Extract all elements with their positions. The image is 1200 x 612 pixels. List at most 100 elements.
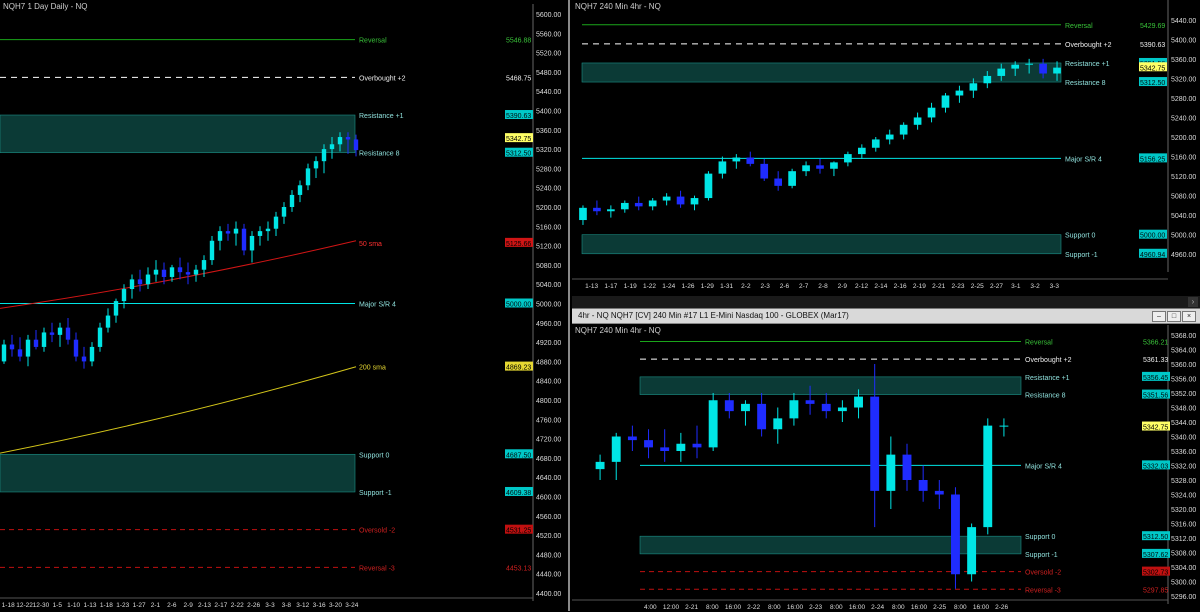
y-tick-label: 5440.00 bbox=[1171, 18, 1196, 25]
candle-body bbox=[886, 454, 896, 491]
candle-body bbox=[620, 202, 629, 210]
y-tick-label: 5400.00 bbox=[1171, 37, 1196, 44]
x-tick-label: 1-13 bbox=[585, 283, 598, 290]
candle-body bbox=[9, 344, 15, 350]
candle-body bbox=[741, 403, 750, 412]
x-tick-label: 1-13 bbox=[83, 602, 96, 609]
y-tick-label: 5600.00 bbox=[536, 12, 561, 19]
x-tick-label: 2-25 bbox=[933, 604, 946, 611]
h240-bottom-chart-svg[interactable]: 5368.00 5364.00 5360.00 5356.00 5352.00 5348.… bbox=[572, 309, 1200, 612]
candle-body bbox=[57, 327, 63, 335]
candle-body bbox=[927, 107, 936, 118]
candle-body bbox=[265, 228, 271, 232]
level-label: Resistance +1 bbox=[359, 113, 404, 120]
level-label: Oversold -2 bbox=[359, 528, 395, 535]
candle-body bbox=[899, 124, 908, 135]
candle-body bbox=[951, 494, 960, 575]
y-tick-label: 5304.00 bbox=[1171, 565, 1196, 572]
y-tick-label: 5120.00 bbox=[536, 244, 561, 251]
x-tick-label: 2-26 bbox=[247, 602, 260, 609]
x-tick-label: 3-12 bbox=[296, 602, 309, 609]
h240-top-chart-svg[interactable]: 5440.00 5400.00 5360.00 5320.00 5280.00 5240.… bbox=[572, 0, 1200, 296]
level-label: Major S/R 4 bbox=[1025, 463, 1062, 470]
maximize-icon[interactable]: □ bbox=[1167, 311, 1181, 322]
x-tick-label: 3-8 bbox=[282, 602, 292, 609]
level-value: 4687.50 bbox=[506, 452, 531, 459]
level-value: 5156.25 bbox=[1140, 156, 1165, 163]
level-value: 5361.33 bbox=[1143, 357, 1168, 364]
x-tick-label: 1-23 bbox=[116, 602, 129, 609]
candle-body bbox=[321, 149, 327, 162]
y-tick-label: 4840.00 bbox=[536, 379, 561, 386]
level-zone bbox=[0, 114, 356, 154]
candle-body bbox=[774, 178, 783, 186]
candle-body bbox=[644, 440, 653, 448]
minimize-icon[interactable]: – bbox=[1152, 311, 1166, 322]
level-label: Support -1 bbox=[359, 490, 392, 497]
candle-body bbox=[969, 83, 978, 91]
sma-line bbox=[0, 240, 357, 309]
y-tick-label: 5316.00 bbox=[1171, 522, 1196, 529]
x-tick-label: 4:00 bbox=[644, 604, 657, 611]
level-label: Major S/R 4 bbox=[359, 302, 396, 309]
level-value: 4869.23 bbox=[506, 365, 531, 372]
level-zone bbox=[639, 535, 1022, 555]
level-label: Reversal bbox=[1025, 339, 1053, 346]
window-titlebar[interactable]: 4hr - NQ NQH7 [CV] 240 Min #17 L1 E-Mini… bbox=[572, 309, 1200, 324]
x-tick-label: 1-5 bbox=[53, 602, 63, 609]
y-tick-label: 4760.00 bbox=[536, 417, 561, 424]
y-tick-label: 5000.00 bbox=[1171, 233, 1196, 240]
candle-body bbox=[724, 400, 734, 412]
y-tick-label: 5360.00 bbox=[1171, 362, 1196, 369]
daily-chart-panel[interactable]: NQH7 1 Day Daily - NQ 5600.00 5560.00 5520… bbox=[0, 0, 570, 611]
candle-body bbox=[821, 403, 831, 412]
y-tick-label: 4720.00 bbox=[536, 437, 561, 444]
candle-body bbox=[934, 490, 944, 495]
level-label: Overbought +2 bbox=[359, 75, 406, 82]
y-tick-label: 5040.00 bbox=[536, 282, 561, 289]
x-tick-label: 2-2 bbox=[741, 283, 751, 290]
level-value: 5390.63 bbox=[1140, 42, 1165, 49]
y-tick-label: 5348.00 bbox=[1171, 406, 1196, 413]
candle-body bbox=[857, 147, 866, 155]
candle-body bbox=[225, 231, 231, 234]
level-value: 5332.03 bbox=[1143, 463, 1168, 470]
x-tick-label: 2-22 bbox=[747, 604, 760, 611]
x-tick-label: 1-10 bbox=[67, 602, 80, 609]
x-tick-label: 16:00 bbox=[973, 604, 990, 611]
x-tick-label: 2-16 bbox=[894, 283, 907, 290]
x-tick-label: 1-18 bbox=[2, 602, 15, 609]
current-price-label: 5342.75 bbox=[1140, 65, 1165, 72]
level-value: 5297.85 bbox=[1143, 587, 1168, 594]
candle-body bbox=[676, 443, 686, 451]
level-label: Support 0 bbox=[359, 452, 389, 459]
x-tick-label: 2-23 bbox=[809, 604, 822, 611]
candle-body bbox=[854, 396, 863, 408]
level-value: 5429.69 bbox=[1140, 23, 1165, 30]
x-tick-label: 2-13 bbox=[198, 602, 211, 609]
candle-body bbox=[627, 436, 637, 441]
candle-body bbox=[33, 339, 39, 347]
scroll-right-icon[interactable]: › bbox=[1188, 297, 1198, 307]
y-tick-label: 4880.00 bbox=[536, 359, 561, 366]
candle-body bbox=[773, 418, 783, 430]
y-tick-label: 5000.00 bbox=[536, 302, 561, 309]
y-tick-label: 5480.00 bbox=[536, 70, 561, 77]
h240-top-chart-panel[interactable]: NQH7 240 Min 4hr - NQ 5440.00 5400.00 5360… bbox=[572, 0, 1200, 296]
candle-body bbox=[25, 339, 31, 357]
candle-body bbox=[871, 139, 880, 148]
level-value: 5356.45 bbox=[1143, 375, 1168, 382]
candle-body bbox=[169, 267, 175, 277]
y-tick-label: 5324.00 bbox=[1171, 493, 1196, 500]
daily-chart-svg[interactable]: 5600.00 5560.00 5520.00 5480.00 5440.00 5400.… bbox=[0, 0, 568, 611]
candle-body bbox=[983, 425, 993, 528]
h240-bottom-chart-title: NQH7 240 Min 4hr - NQ bbox=[575, 326, 661, 335]
candle-body bbox=[241, 228, 247, 251]
x-tick-label: 8:00 bbox=[706, 604, 719, 611]
close-icon[interactable]: × bbox=[1182, 311, 1196, 322]
level-zone bbox=[0, 453, 356, 493]
h240-bottom-chart-panel[interactable]: 4hr - NQ NQH7 [CV] 240 Min #17 L1 E-Mini… bbox=[572, 308, 1200, 612]
candle-body bbox=[201, 260, 207, 270]
candle-body bbox=[660, 447, 670, 451]
y-tick-label: 5300.00 bbox=[1171, 580, 1196, 587]
